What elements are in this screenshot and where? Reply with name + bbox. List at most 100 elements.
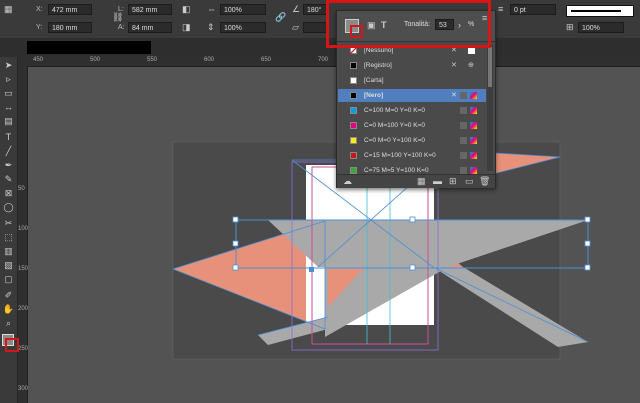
pen-tool-icon[interactable]: ✒ <box>2 159 15 171</box>
swatch-row[interactable]: C=0 M=0 Y=100 K=0 <box>338 134 486 147</box>
swatch-name: C=100 M=0 Y=0 K=0 <box>364 107 425 114</box>
stroke-weight-icon: ≡ <box>498 4 504 14</box>
artwork-canvas <box>172 141 591 360</box>
scale-x-icon: ⇔ <box>207 4 216 14</box>
pencil-tool-icon[interactable]: ✎ <box>2 173 15 185</box>
swatch-chip <box>350 167 357 174</box>
flip-horizontal-icon[interactable]: ◧ <box>182 4 191 14</box>
eyedropper-tool-icon[interactable]: ✐ <box>2 289 15 301</box>
swatch-row[interactable]: [Carta] <box>338 74 486 87</box>
page-tool-icon[interactable]: ▭ <box>2 87 15 99</box>
swatch-row-selected[interactable]: [Nero] ✕ <box>338 89 486 102</box>
process-color-icon <box>460 137 467 144</box>
swatch-name: C=0 M=100 Y=0 K=0 <box>364 122 425 129</box>
ruler-label: 600 <box>204 57 215 63</box>
ruler-label: 500 <box>90 57 101 63</box>
selection-tool-icon[interactable]: ➤ <box>2 59 15 71</box>
process-color-icon <box>460 92 467 99</box>
vertical-ruler: 50 100 150 200 250 300 <box>17 66 28 403</box>
swatch-row[interactable]: [Registro] ✕ ⊕ <box>338 59 486 72</box>
free-transform-tool-icon[interactable]: ⬚ <box>2 231 15 243</box>
gradient-tool-icon[interactable]: ▥ <box>2 245 15 257</box>
swatch-chip <box>350 107 357 114</box>
ruler-label: 450 <box>33 57 44 63</box>
gradient-feather-tool-icon[interactable]: ▧ <box>2 259 15 271</box>
hand-tool-icon[interactable]: ✋ <box>2 303 15 315</box>
cmyk-icon <box>470 122 477 129</box>
ruler-label: 700 <box>318 57 329 63</box>
control-panel: ▦ X: 472 mm Y: 180 mm L: 582 mm A: 84 mm… <box>0 0 640 39</box>
swatch-chip <box>350 122 357 129</box>
cc-libraries-icon[interactable]: ☁ <box>343 176 352 186</box>
swatch-name: [Registro] <box>364 62 392 69</box>
scale-y-field[interactable]: 100% <box>220 22 266 33</box>
stroke-style-dropdown[interactable] <box>566 5 634 17</box>
opacity-field[interactable]: 100% <box>578 22 624 33</box>
swatch-chip-none <box>350 47 357 54</box>
document-tab[interactable] <box>27 41 151 54</box>
content-collector-icon[interactable]: ▤ <box>2 115 15 127</box>
cmyk-icon <box>470 107 477 114</box>
width-field[interactable]: 582 mm <box>128 4 172 15</box>
cmyk-icon <box>470 92 477 99</box>
effects-icon[interactable]: ⊞ <box>566 22 574 32</box>
ellipse-tool-icon[interactable]: ◯ <box>2 201 15 213</box>
line-tool-icon[interactable]: ╱ <box>2 145 15 157</box>
cmyk-icon <box>470 137 477 144</box>
scrollbar-thumb[interactable] <box>488 47 492 87</box>
ruler-label: 550 <box>147 57 158 63</box>
show-all-icon[interactable]: ▦ <box>417 176 426 186</box>
new-color-group-icon[interactable]: ▭ <box>465 176 474 186</box>
pasteboard[interactable] <box>28 67 640 403</box>
scrollbar[interactable] <box>487 45 493 171</box>
swatch-row[interactable]: C=0 M=100 Y=0 K=0 <box>338 119 486 132</box>
shear-icon: ▱ <box>292 22 299 32</box>
reference-point-icon[interactable]: ▦ <box>4 4 13 14</box>
no-edit-icon: ✕ <box>451 62 457 69</box>
tools-panel: ➤ ▹ ▭ ↔ ▤ T ╱ ✒ ✎ ⊠ ◯ ✂ ⬚ ▥ ▧ ▢ ✐ ✋ ⌕ <box>0 57 19 403</box>
height-field[interactable]: 84 mm <box>128 22 172 33</box>
direct-selection-tool-icon[interactable]: ▹ <box>2 73 15 85</box>
stroke-weight-field[interactable]: 0 pt <box>510 4 556 15</box>
swatch-row[interactable]: C=15 M=100 Y=100 K=0 <box>338 149 486 162</box>
swatch-name: [Carta] <box>364 77 384 84</box>
x-label: X: <box>36 6 43 13</box>
h-label: A: <box>118 24 125 31</box>
new-swatch-icon[interactable]: ⊞ <box>449 176 457 186</box>
swatch-name: C=15 M=100 Y=100 K=0 <box>364 152 436 159</box>
no-edit-icon: ✕ <box>451 47 457 54</box>
scale-x-field[interactable]: 100% <box>220 4 266 15</box>
scissors-tool-icon[interactable]: ✂ <box>2 217 15 229</box>
x-field[interactable]: 472 mm <box>48 4 92 15</box>
gap-tool-icon[interactable]: ↔ <box>2 101 15 113</box>
stroke-swatch[interactable] <box>5 338 19 352</box>
type-tool-icon[interactable]: T <box>2 131 15 143</box>
registration-icon: ⊕ <box>468 62 474 69</box>
y-label: Y: <box>36 24 43 31</box>
rectangle-frame-tool-icon[interactable]: ⊠ <box>2 187 15 199</box>
ruler-label: 100 <box>18 226 29 232</box>
process-color-icon <box>460 122 467 129</box>
new-group-icon[interactable]: ▬ <box>433 176 442 186</box>
highlight-box <box>326 0 491 48</box>
swatch-chip <box>350 62 357 69</box>
y-field[interactable]: 180 mm <box>48 22 92 33</box>
zoom-tool-icon[interactable]: ⌕ <box>2 317 15 329</box>
process-color-icon <box>460 107 467 114</box>
cmyk-icon <box>470 152 477 159</box>
swatch-chip <box>350 152 357 159</box>
swatch-chip <box>350 137 357 144</box>
delete-swatch-icon[interactable]: 🗑 <box>479 176 490 186</box>
scale-y-icon: ⇕ <box>207 22 215 32</box>
note-tool-icon[interactable]: ▢ <box>2 273 15 285</box>
flip-vertical-icon[interactable]: ◨ <box>182 22 191 32</box>
rotate-icon: ∠ <box>292 4 301 14</box>
chain-link-icon[interactable]: ⛓ <box>112 12 123 22</box>
process-color-icon <box>460 152 467 159</box>
ruler-label: 50 <box>18 186 25 192</box>
swatch-row[interactable]: C=100 M=0 Y=0 K=0 <box>338 104 486 117</box>
center-point <box>309 267 314 272</box>
no-edit-icon: ✕ <box>451 92 457 99</box>
constrain-icon[interactable]: 🔗 <box>275 12 286 22</box>
swatches-panel-footer: ☁ ▦ ▬ ⊞ ▭ 🗑 <box>337 174 495 188</box>
